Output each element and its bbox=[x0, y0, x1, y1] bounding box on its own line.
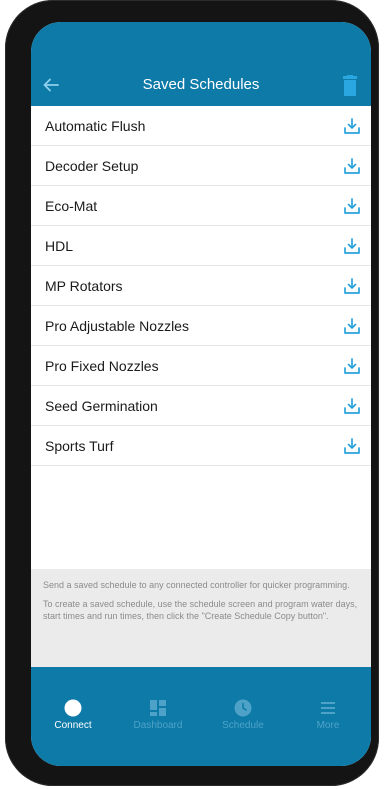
clock-icon bbox=[234, 699, 252, 717]
schedule-label: Eco-Mat bbox=[45, 198, 98, 214]
schedule-label: Pro Adjustable Nozzles bbox=[45, 318, 189, 334]
download-icon[interactable] bbox=[343, 117, 361, 135]
list-item[interactable]: Seed Germination bbox=[31, 386, 371, 426]
schedule-label: Sports Turf bbox=[45, 438, 114, 454]
connect-dot-icon bbox=[64, 699, 82, 717]
list-item[interactable]: Pro Fixed Nozzles bbox=[31, 346, 371, 386]
back-button[interactable] bbox=[41, 76, 61, 94]
schedule-label: HDL bbox=[45, 238, 74, 254]
menu-icon bbox=[321, 702, 335, 714]
tab-label: Connect bbox=[54, 720, 92, 731]
header-bar: Saved Schedules bbox=[31, 22, 371, 106]
download-icon[interactable] bbox=[343, 157, 361, 175]
tab-label: Dashboard bbox=[133, 720, 183, 731]
tab-label: Schedule bbox=[222, 720, 264, 731]
list-item[interactable]: HDL bbox=[31, 226, 371, 266]
phone-frame: Saved Schedules Automatic Flush Decoder … bbox=[5, 0, 379, 786]
app-screen: Saved Schedules Automatic Flush Decoder … bbox=[31, 22, 371, 766]
tab-more[interactable]: More bbox=[286, 699, 370, 739]
list-item[interactable]: Decoder Setup bbox=[31, 146, 371, 186]
dashboard-icon bbox=[150, 700, 166, 716]
tab-label: More bbox=[316, 720, 340, 731]
download-icon[interactable] bbox=[343, 357, 361, 375]
bottom-tab-bar: Connect Dashboard Schedule More bbox=[31, 667, 371, 766]
schedule-label: Pro Fixed Nozzles bbox=[45, 358, 159, 374]
page-title: Saved Schedules bbox=[142, 76, 260, 93]
list-item[interactable]: Sports Turf bbox=[31, 426, 371, 466]
tab-schedule[interactable]: Schedule bbox=[201, 699, 285, 739]
delete-button[interactable] bbox=[341, 75, 359, 97]
list-item[interactable]: Eco-Mat bbox=[31, 186, 371, 226]
info-text-create: To create a saved schedule, use the sche… bbox=[43, 598, 358, 622]
tab-dashboard[interactable]: Dashboard bbox=[116, 699, 200, 739]
list-item[interactable]: Automatic Flush bbox=[31, 106, 371, 146]
info-text-send: Send a saved schedule to any connected c… bbox=[43, 580, 350, 590]
download-icon[interactable] bbox=[343, 317, 361, 335]
tab-connect[interactable]: Connect bbox=[31, 699, 115, 739]
trash-icon bbox=[343, 75, 357, 96]
list-item[interactable]: MP Rotators bbox=[31, 266, 371, 306]
info-panel: Send a saved schedule to any connected c… bbox=[31, 569, 371, 667]
download-icon[interactable] bbox=[343, 277, 361, 295]
download-icon[interactable] bbox=[343, 237, 361, 255]
schedule-label: Decoder Setup bbox=[45, 158, 139, 174]
schedule-label: MP Rotators bbox=[45, 278, 123, 294]
arrow-left-icon bbox=[43, 78, 59, 92]
schedule-label: Seed Germination bbox=[45, 398, 158, 414]
schedule-label: Automatic Flush bbox=[45, 118, 146, 134]
download-icon[interactable] bbox=[343, 437, 361, 455]
list-item[interactable]: Pro Adjustable Nozzles bbox=[31, 306, 371, 346]
schedule-list: Automatic Flush Decoder Setup Eco-Mat HD… bbox=[31, 106, 371, 466]
download-icon[interactable] bbox=[343, 197, 361, 215]
download-icon[interactable] bbox=[343, 397, 361, 415]
